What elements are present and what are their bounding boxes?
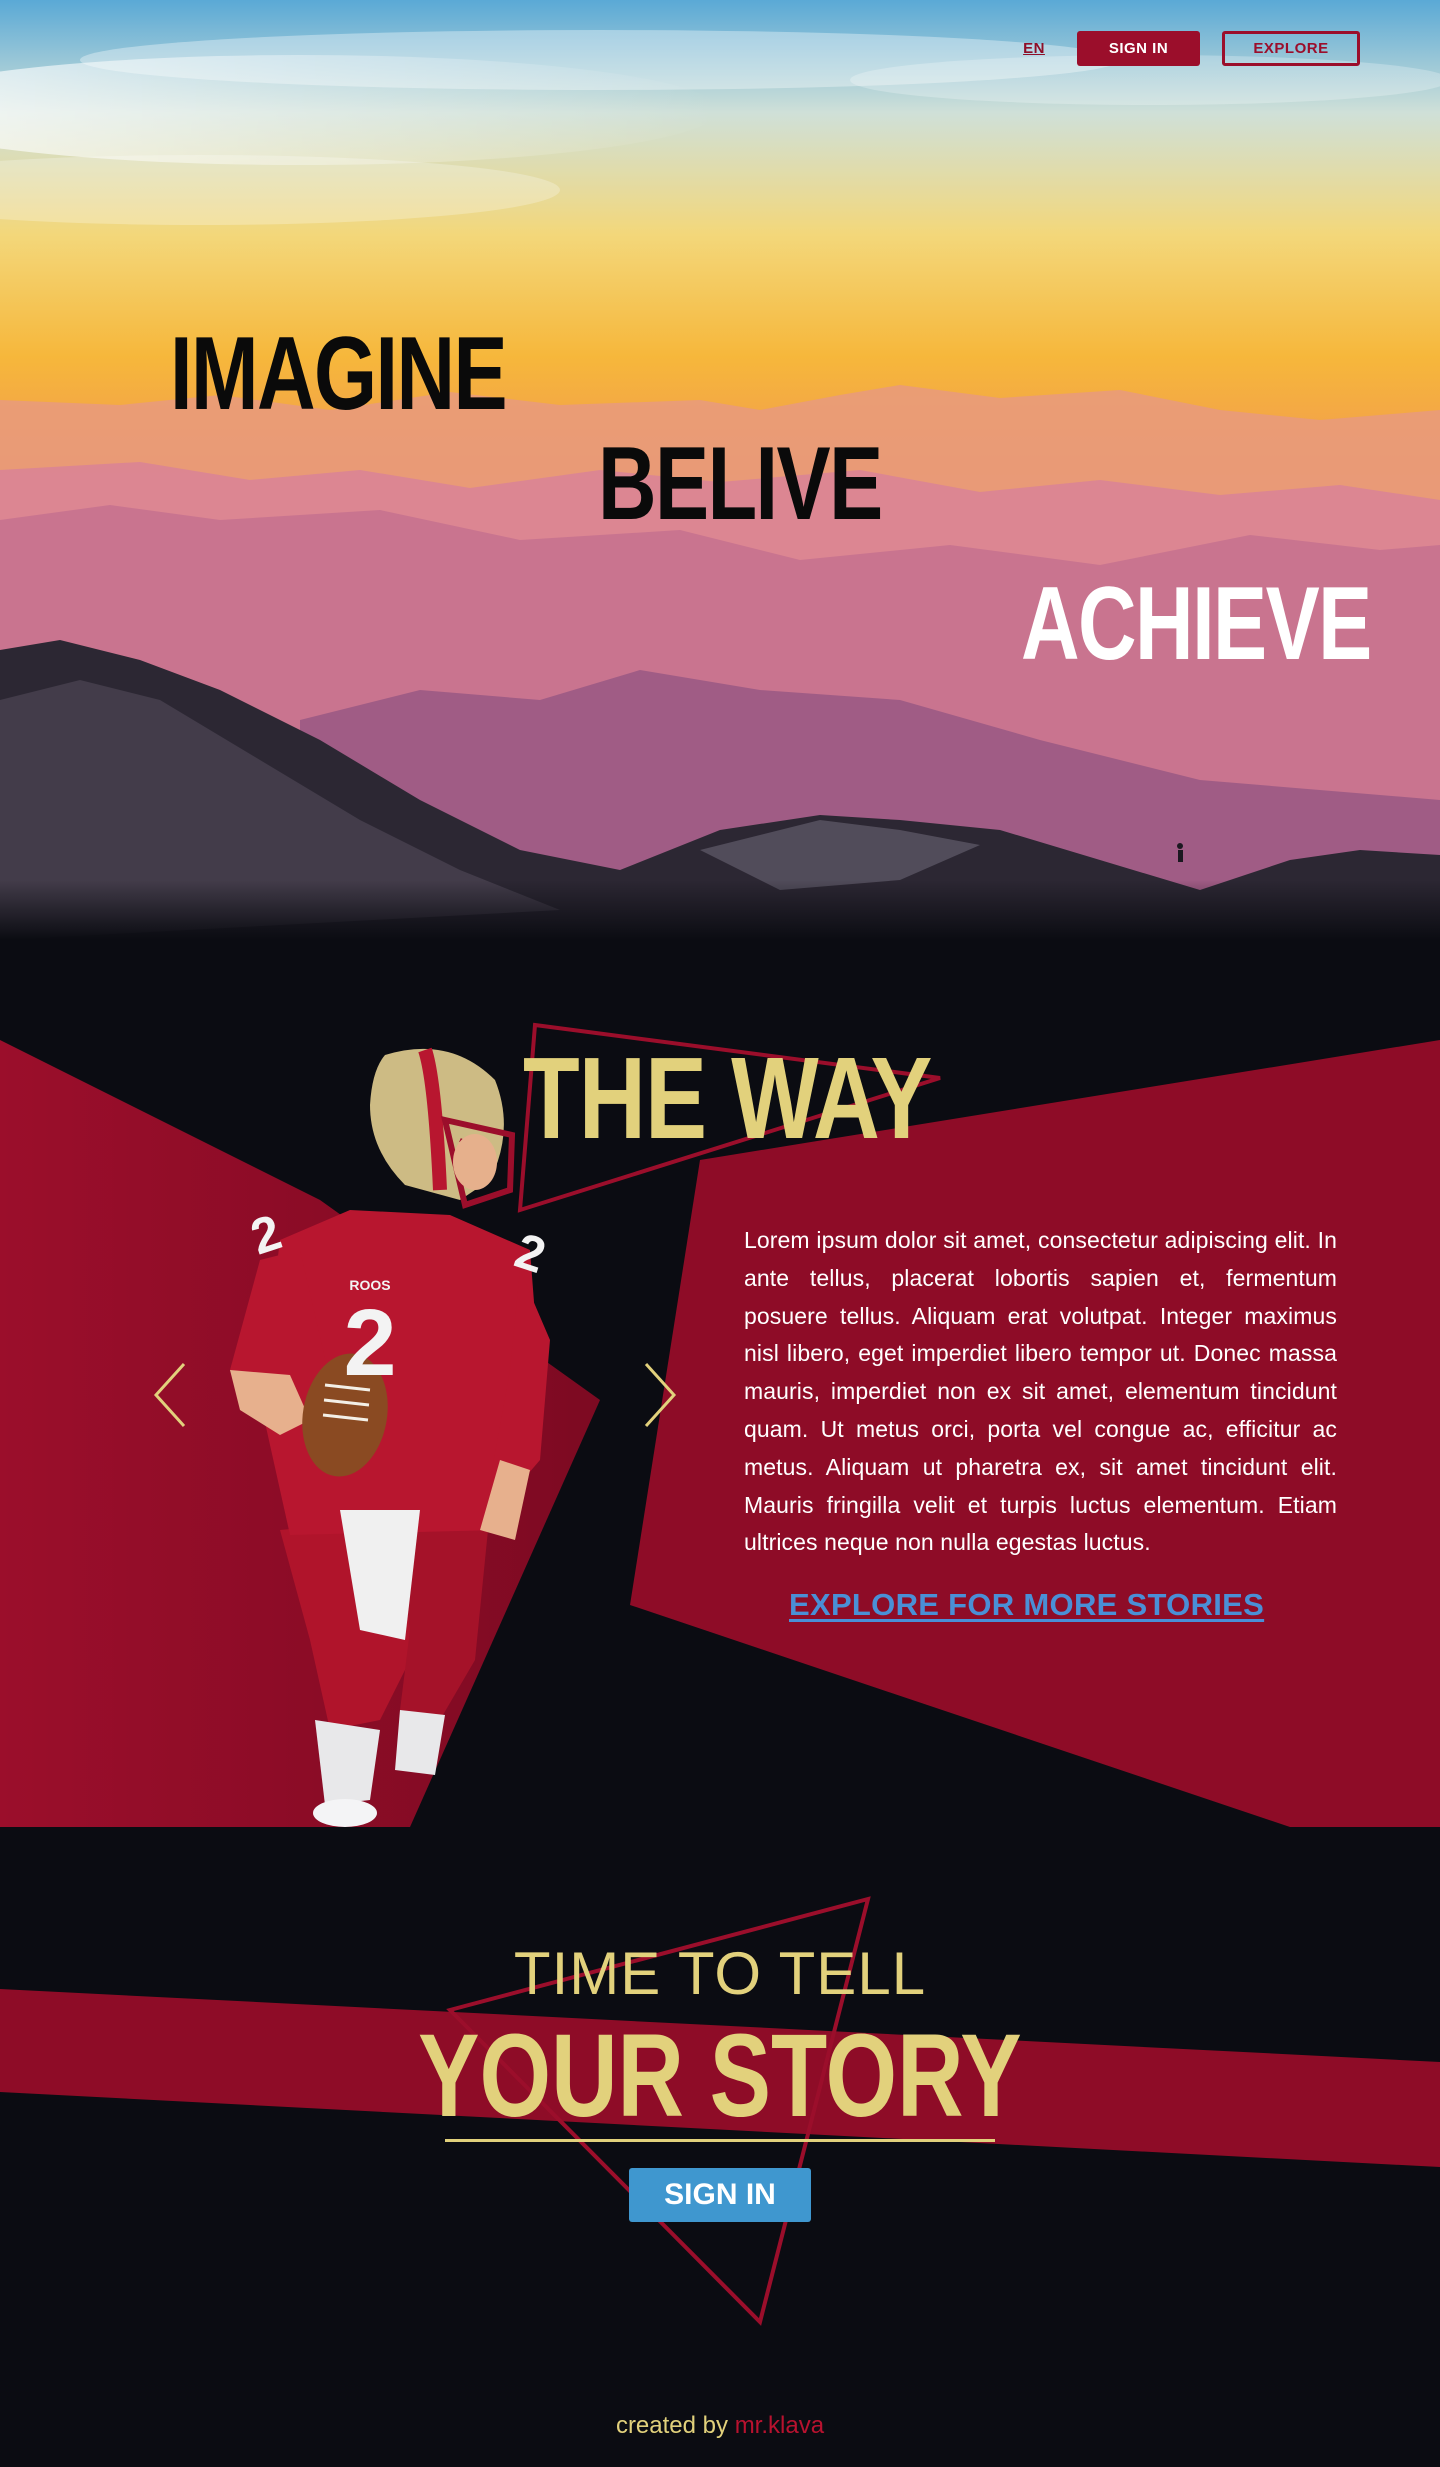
credit-author-link[interactable]: mr.klava bbox=[735, 2412, 824, 2439]
section-heading: THE WAY bbox=[523, 1033, 932, 1163]
cta-section: TIME TO TELL YOUR STORY SIGN IN created … bbox=[0, 1827, 1440, 2467]
story-section: 2 2 2 ROOS THE WAY Lorem ipsum dolor sit… bbox=[0, 940, 1440, 1827]
chevron-left-icon[interactable] bbox=[150, 1360, 190, 1430]
explore-stories-link[interactable]: EXPLORE FOR MORE STORIES bbox=[789, 1587, 1264, 1623]
story-paragraph: Lorem ipsum dolor sit amet, consectetur … bbox=[744, 1227, 1337, 1556]
cta-divider bbox=[445, 2139, 995, 2142]
sleeve-number-right: 2 bbox=[509, 1222, 553, 1284]
hero-word-achieve: ACHIEVE bbox=[1021, 566, 1372, 682]
cta-heading: YOUR STORY bbox=[0, 2017, 1440, 2135]
sign-in-button[interactable]: SIGN IN bbox=[1077, 31, 1200, 66]
explore-button[interactable]: EXPLORE bbox=[1222, 31, 1360, 66]
cta-heading-text: YOUR STORY bbox=[418, 2010, 1022, 2142]
cta-subheading: TIME TO TELL bbox=[513, 1940, 927, 2007]
sleeve-number-left: 2 bbox=[244, 1204, 288, 1266]
chevron-right-icon[interactable] bbox=[640, 1360, 680, 1430]
jersey-number: 2 bbox=[344, 1290, 397, 1396]
cta-background-shapes bbox=[0, 1896, 1440, 2326]
hero-word-belive: BELIVE bbox=[598, 426, 883, 542]
hero-section: EN SIGN IN EXPLORE IMAGINE BELIVE ACHIEV… bbox=[0, 0, 1440, 940]
footer-credit: created by mr.klava bbox=[0, 2412, 1440, 2440]
language-selector[interactable]: EN bbox=[1012, 31, 1056, 66]
hero-word-imagine: IMAGINE bbox=[170, 316, 508, 432]
cta-sign-in-button[interactable]: SIGN IN bbox=[629, 2168, 811, 2222]
credit-prefix: created by bbox=[615, 2412, 729, 2439]
jersey-text: ROOS bbox=[349, 1277, 390, 1293]
